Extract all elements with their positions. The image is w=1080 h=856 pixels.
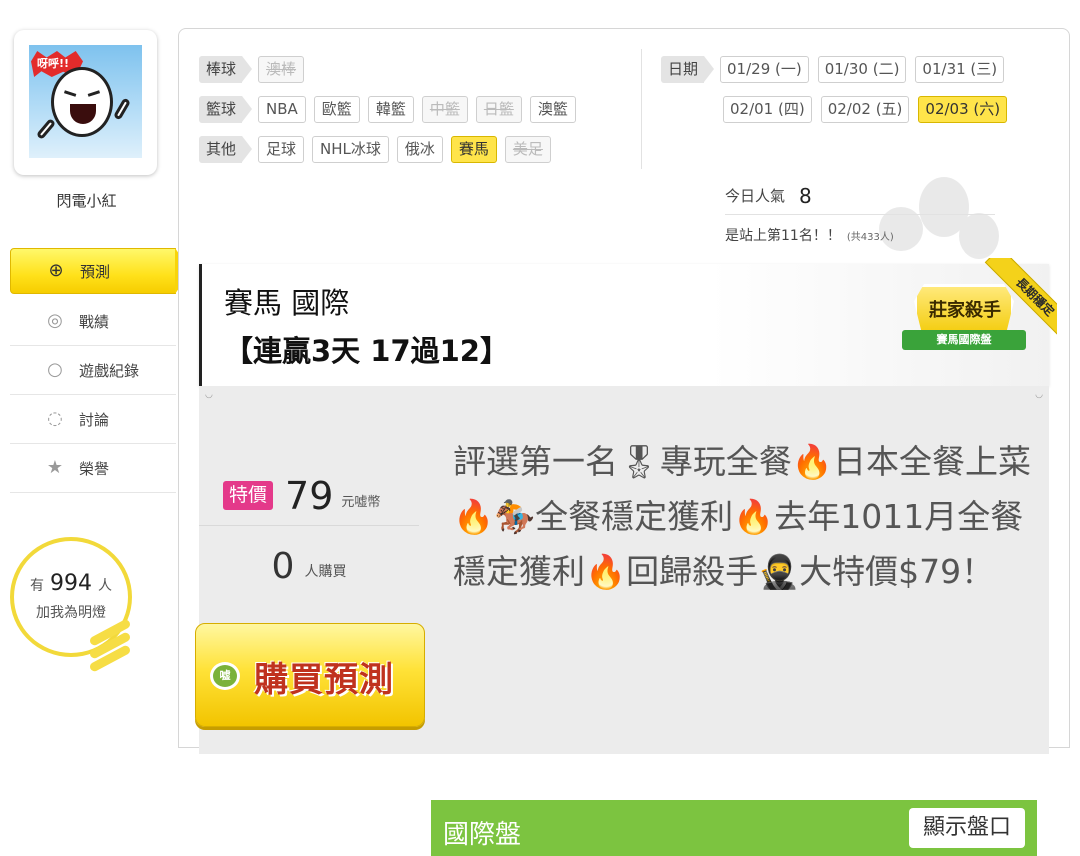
side-nav: ⊕ 預測 ◎ 戰績 ○ 遊戲紀錄 ◌ 討論 ★ 榮譽 (10, 248, 191, 493)
fans-suffix: 人 (98, 578, 112, 594)
date-row: 日期 01/29 (一) 01/30 (二) 01/31 (三) (661, 49, 1061, 89)
filter-chip[interactable]: NHL冰球 (312, 135, 389, 163)
today-label: 今日人氣 (725, 187, 786, 205)
date-filters: 日期 01/29 (一) 01/30 (二) 01/31 (三) 02/01 (… (661, 49, 1061, 129)
username[interactable]: 閃電小紅 (0, 190, 173, 211)
price-value: 79 (285, 473, 334, 518)
filter-chip-selected[interactable]: 賽馬 (450, 135, 497, 163)
date-chip-selected[interactable]: 02/03 (六) (918, 95, 1008, 123)
buyers-row: 0 人購買 (199, 526, 419, 606)
sport-filters: 棒球 澳棒 籃球 NBA 歐籃 韓籃 中籃 日籃 澳籃 其他 足球 NHL冰球 … (199, 49, 619, 169)
filter-row-baseball: 棒球 澳棒 (199, 49, 619, 89)
chat-icon: ◌ (47, 408, 63, 429)
filter-row-other: 其他 足球 NHL冰球 俄冰 賽馬 美足 (199, 129, 619, 169)
show-odds-button[interactable]: 顯示盤口 (908, 808, 1025, 848)
category-label: 棒球 (199, 55, 253, 83)
sidebar-item-label: 戰績 (79, 312, 110, 331)
today-popularity: 今日人氣 8 (725, 177, 995, 215)
today-value: 8 (799, 183, 812, 208)
main-panel: 棒球 澳棒 籃球 NBA 歐籃 韓籃 中籃 日籃 澳籃 其他 足球 NHL冰球 … (178, 28, 1070, 856)
fans-caption: 加我為明燈 (36, 605, 106, 621)
filter-chip[interactable]: 澳籃 (529, 95, 576, 123)
filter-chip: 美足 (504, 135, 551, 163)
price-row: 特價 79 元嘘幣 (199, 466, 419, 526)
filter-chip[interactable]: 俄冰 (396, 135, 443, 163)
buyers-unit: 人購買 (304, 564, 347, 580)
avatar-shout-text: 呀呼!! (37, 57, 70, 70)
price-unit: 元嘘幣 (341, 495, 381, 510)
sidebar-item-label: 討論 (79, 410, 110, 429)
buyers-count: 0 (271, 545, 295, 587)
price-box: 特價 79 元嘘幣 0 人購買 (199, 466, 419, 606)
date-chip[interactable]: 02/02 (五) (820, 95, 910, 123)
filter-chip: 澳棒 (258, 55, 305, 83)
sidebar-item-label: 榮譽 (79, 459, 110, 478)
date-label: 日期 (661, 55, 715, 83)
date-chip[interactable]: 02/01 (四) (723, 95, 812, 123)
card-title: 賽馬 國際 (224, 286, 350, 320)
card-header: 賽馬 國際 【連贏3天 17過12】 莊家殺手 賽馬國際盤 長期穩定 (199, 258, 1057, 386)
sale-tag: 特價 (223, 481, 274, 510)
fans-prefix: 有 (30, 578, 44, 594)
filter-row-basketball: 籃球 NBA 歐籃 韓籃 中籃 日籃 澳籃 (199, 89, 619, 129)
record-icon: ○ (47, 359, 63, 380)
date-chip[interactable]: 01/29 (一) (720, 55, 809, 83)
filter-chip: 日籃 (475, 95, 522, 123)
coin-icon: 嘘 (210, 662, 240, 690)
corner-ribbon-label: 長期穩定 (984, 258, 1057, 346)
filter-chip[interactable]: 足球 (258, 135, 305, 163)
medal-icon: ◎ (47, 310, 63, 331)
rank-text: 是站上第11名！！ (725, 228, 841, 244)
market-name: 國際盤 (443, 820, 522, 850)
market-bar: 國際盤 顯示盤口 (431, 800, 1037, 856)
prediction-description: 評選第一名🎖專玩全餐🔥日本全餐上菜🔥🏇全餐穩定獲利🔥去年1011月全餐穩定獲利🔥… (453, 442, 1031, 591)
avatar[interactable]: 呀呼!! (29, 45, 142, 158)
award-icon: ★ (46, 457, 64, 478)
fans-count-line: 有 994 人 (14, 571, 128, 596)
buy-prediction-label: 購買預測 (254, 660, 394, 700)
category-label: 其他 (199, 135, 253, 163)
corner-ribbon: 長期穩定 (969, 258, 1057, 346)
rivet-icon: ◡ (205, 390, 213, 400)
category-label: 籃球 (199, 95, 253, 123)
card-streak: 【連贏3天 17過12】 (224, 334, 509, 368)
sidebar-item-record[interactable]: ◎ 戰績 (10, 297, 176, 346)
sidebar-item-label: 遊戲紀錄 (79, 361, 140, 380)
divider (641, 49, 642, 169)
filter-chip: 中籃 (421, 95, 468, 123)
sidebar-item-honor[interactable]: ★ 榮譽 (10, 444, 176, 493)
crosshair-icon: ⊕ (48, 260, 64, 281)
date-chip[interactable]: 01/31 (三) (915, 55, 1005, 83)
date-chip[interactable]: 01/30 (二) (817, 55, 907, 83)
filter-chip[interactable]: 歐籃 (313, 95, 360, 123)
date-row: 02/01 (四) 02/02 (五) 02/03 (六) (661, 89, 1061, 129)
sidebar-item-game-log[interactable]: ○ 遊戲紀錄 (10, 346, 176, 395)
bulb-base-icon (88, 618, 132, 682)
filter-chip[interactable]: NBA (258, 95, 306, 123)
sidebar-item-label: 預測 (80, 262, 111, 281)
sidebar-item-predict[interactable]: ⊕ 預測 (10, 248, 191, 294)
popularity-panel: 今日人氣 8 是站上第11名！！ (共433人) (725, 177, 995, 255)
cartoon-face-icon (51, 67, 113, 137)
fans-count: 994 (50, 571, 92, 596)
left-column: 呀呼!! 閃電小紅 ⊕ 預測 ◎ 戰績 ○ 遊戲紀錄 ◌ 討論 ★ 榮譽 有 9… (0, 0, 191, 739)
sidebar-item-discuss[interactable]: ◌ 討論 (10, 395, 176, 444)
filter-chip[interactable]: 韓籃 (367, 95, 414, 123)
buy-prediction-button[interactable]: 嘘 購買預測 (195, 623, 425, 727)
total-text: (共433人) (846, 231, 894, 243)
avatar-card[interactable]: 呀呼!! (14, 30, 157, 175)
rank-line: 是站上第11名！！ (共433人) (725, 215, 995, 255)
rivet-icon: ◡ (1035, 390, 1043, 400)
